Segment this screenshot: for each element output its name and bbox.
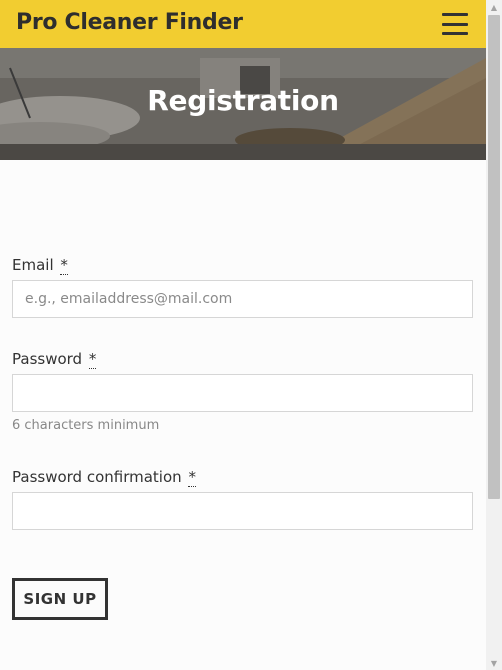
required-marker: * xyxy=(88,350,97,369)
password-label: Password * xyxy=(12,350,97,369)
sign-up-button[interactable]: SIGN UP xyxy=(12,578,108,620)
navbar: Pro Cleaner Finder xyxy=(0,0,486,48)
scroll-down-arrow-icon[interactable]: ▼ xyxy=(486,656,502,670)
hamburger-line xyxy=(442,13,468,16)
password-confirmation-input[interactable] xyxy=(12,492,473,530)
required-marker: * xyxy=(188,468,196,487)
scrollbar-thumb[interactable] xyxy=(488,15,500,499)
page: Pro Cleaner Finder Registration Email * xyxy=(0,0,486,670)
page-title: Registration xyxy=(147,84,339,117)
password-input[interactable] xyxy=(12,374,473,412)
password-label-text: Password xyxy=(12,350,83,368)
email-input[interactable] xyxy=(12,280,473,318)
brand-title[interactable]: Pro Cleaner Finder xyxy=(16,10,243,35)
hamburger-line xyxy=(442,32,468,35)
password-confirmation-label: Password confirmation * xyxy=(12,468,196,487)
email-label: Email * xyxy=(12,256,68,275)
password-confirmation-label-text: Password confirmation xyxy=(12,468,182,486)
hamburger-menu-icon[interactable] xyxy=(442,13,468,35)
hero-banner: Registration xyxy=(0,48,486,160)
vertical-scrollbar[interactable]: ▲ ▼ xyxy=(486,0,502,670)
scroll-up-arrow-icon[interactable]: ▲ xyxy=(486,0,502,14)
hamburger-line xyxy=(442,22,468,26)
required-marker: * xyxy=(60,256,68,275)
password-hint: 6 characters minimum xyxy=(12,418,160,433)
email-label-text: Email xyxy=(12,256,54,274)
